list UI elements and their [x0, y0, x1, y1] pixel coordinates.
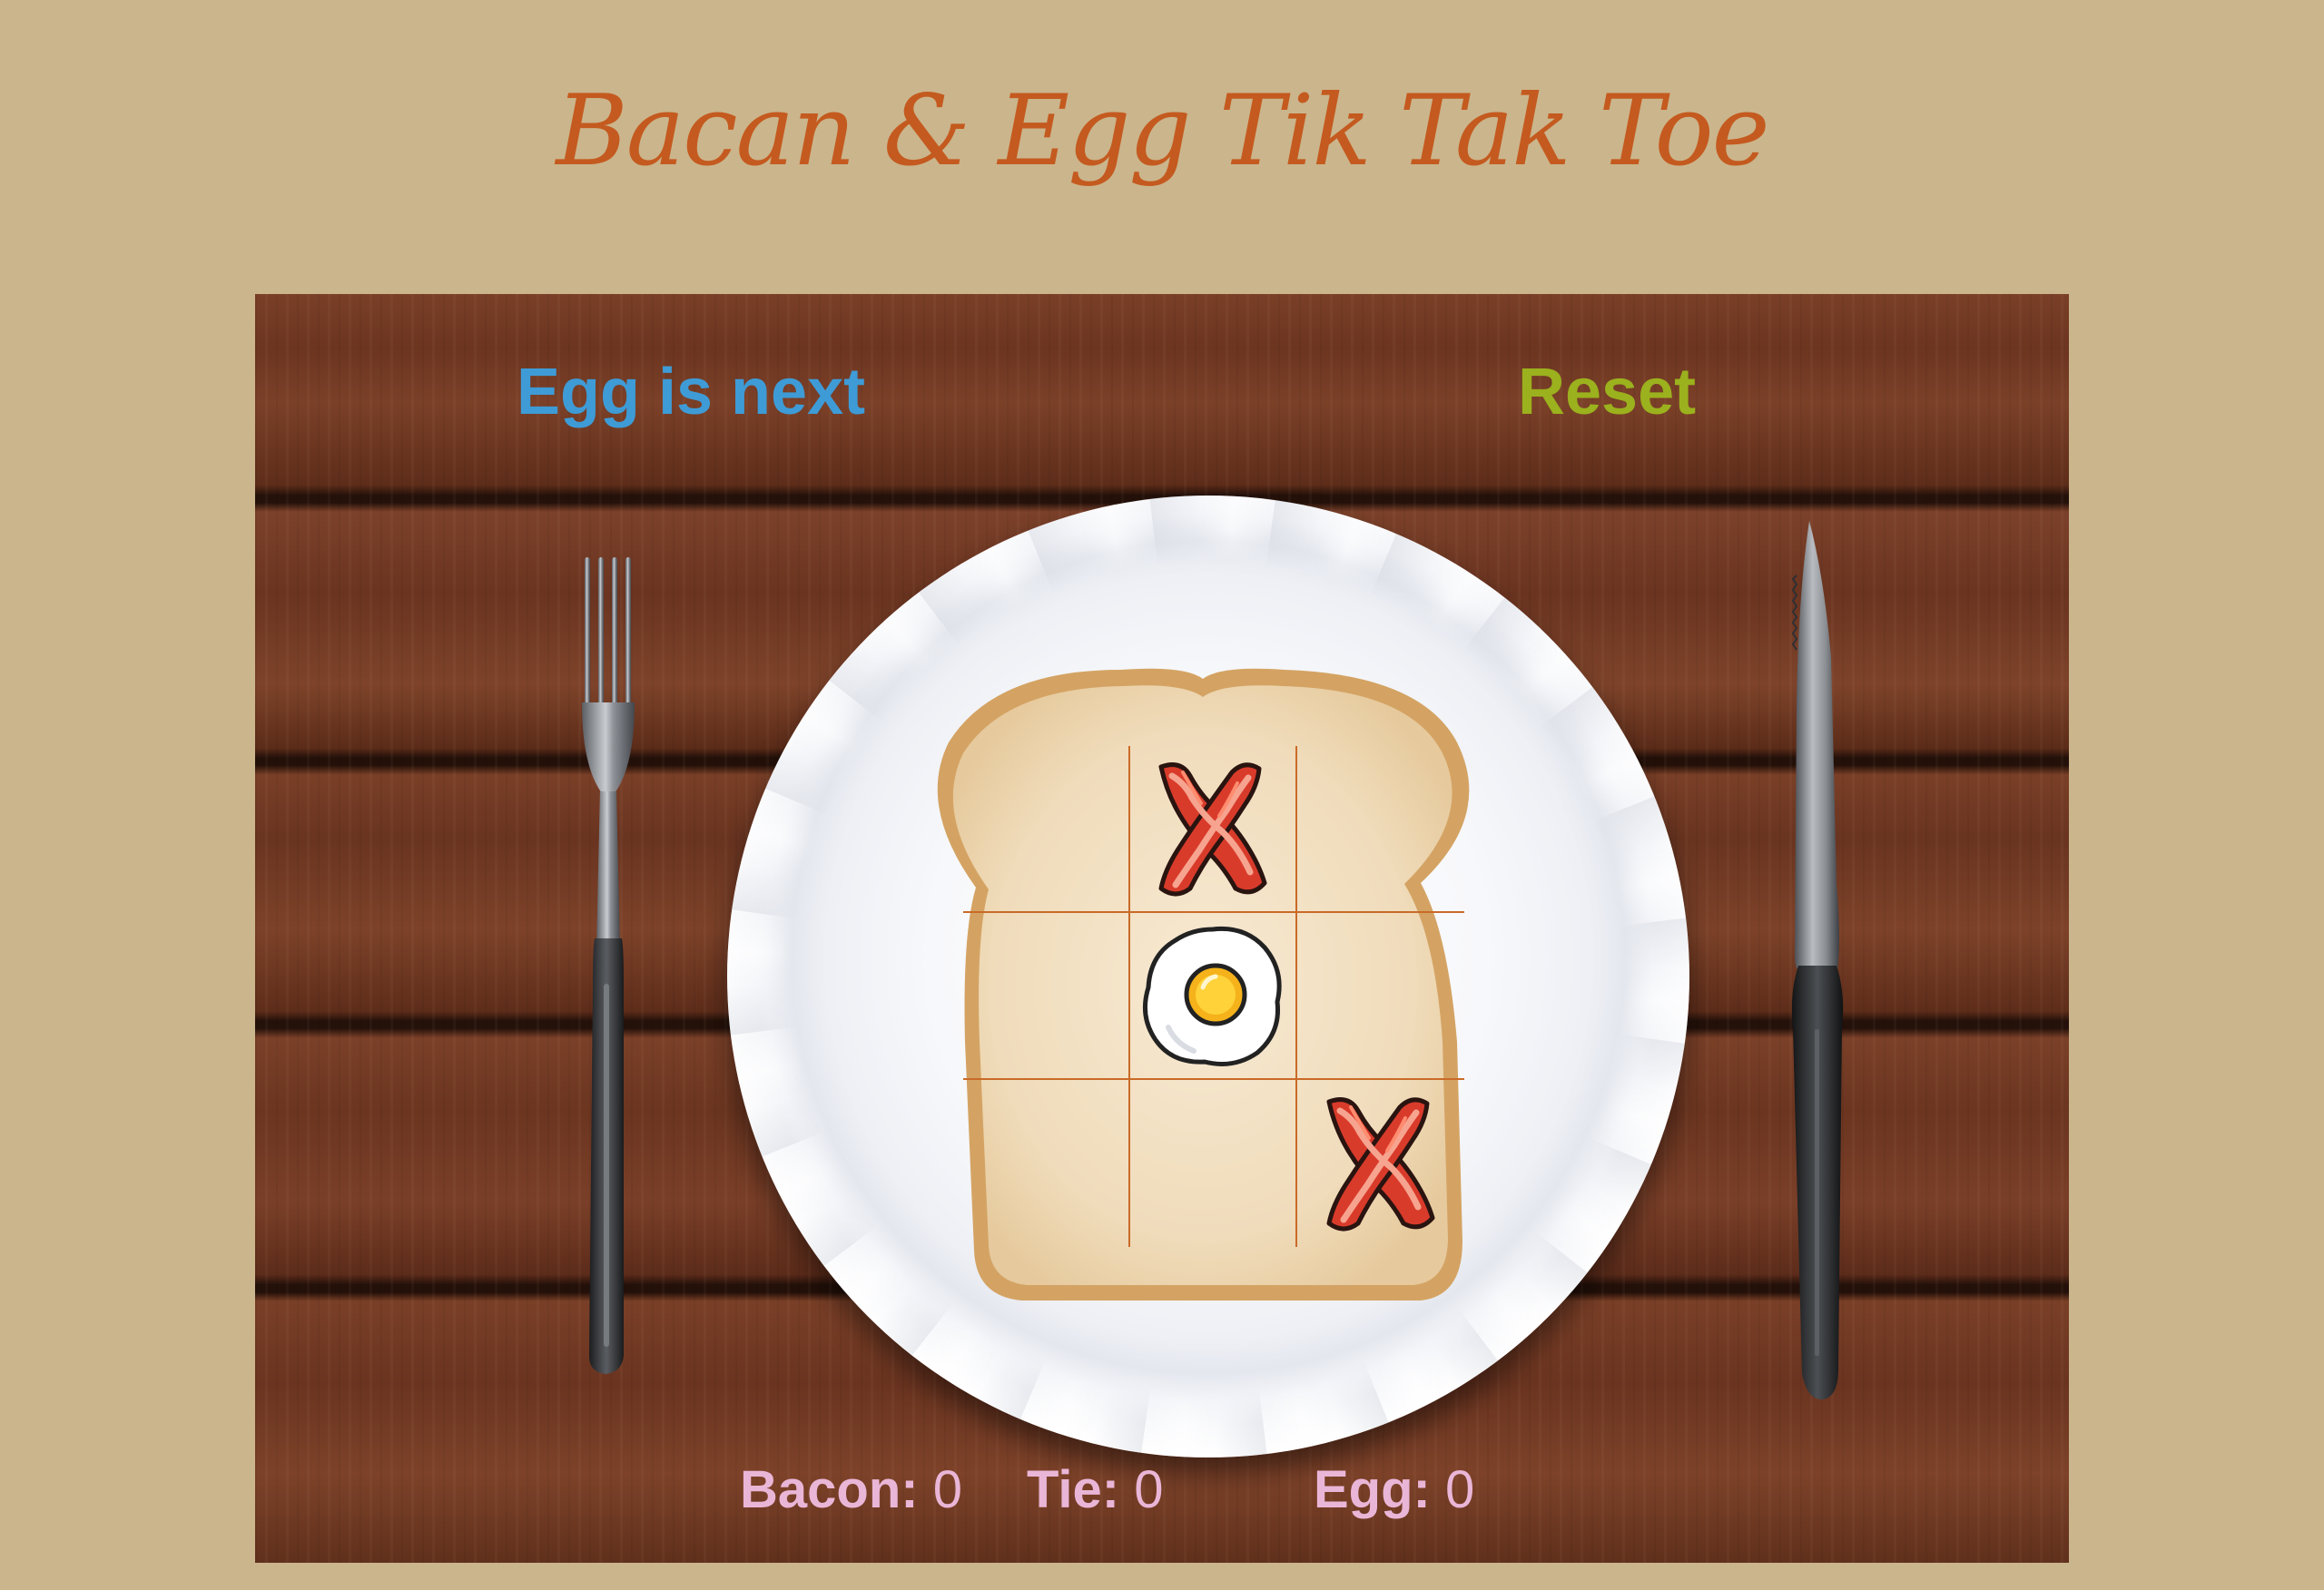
- score-bacon-label: Bacon:: [740, 1460, 919, 1519]
- score-tie: Tie: 0: [1027, 1458, 1163, 1522]
- game-title: Bacan & Egg Tik Tak Toe: [556, 74, 1769, 188]
- score-egg-label: Egg:: [1314, 1460, 1431, 1519]
- board-cell-1-0[interactable]: [963, 913, 1130, 1080]
- knife-icon: [1771, 521, 1880, 1433]
- score-bacon-value: 0: [932, 1460, 962, 1519]
- fried-egg-icon: [1136, 918, 1290, 1073]
- fork-icon: [562, 557, 671, 1397]
- score-bacon: Bacon: 0: [740, 1458, 962, 1522]
- turn-status: Egg is next: [517, 356, 866, 428]
- game-board: [963, 746, 1464, 1247]
- board-cell-2-1[interactable]: [1130, 1080, 1297, 1247]
- bacon-icon: [1145, 756, 1281, 901]
- board-cell-2-2[interactable]: [1297, 1080, 1464, 1247]
- board-cell-1-1[interactable]: [1130, 913, 1297, 1080]
- score-egg: Egg: 0: [1314, 1458, 1474, 1522]
- wooden-table-background: Egg is next Reset Bacon: 0 Tie: 0 Egg: 0: [255, 294, 2069, 1563]
- board-cell-2-0[interactable]: [963, 1080, 1130, 1247]
- score-tie-label: Tie:: [1027, 1460, 1120, 1519]
- board-cell-0-2[interactable]: [1297, 746, 1464, 913]
- score-tie-value: 0: [1134, 1460, 1164, 1519]
- board-cell-1-2[interactable]: [1297, 913, 1464, 1080]
- bacon-icon: [1313, 1091, 1449, 1236]
- board-cell-0-1[interactable]: [1130, 746, 1297, 913]
- board-cell-0-0[interactable]: [963, 746, 1130, 913]
- score-egg-value: 0: [1444, 1460, 1475, 1519]
- reset-button[interactable]: Reset: [1518, 356, 1696, 428]
